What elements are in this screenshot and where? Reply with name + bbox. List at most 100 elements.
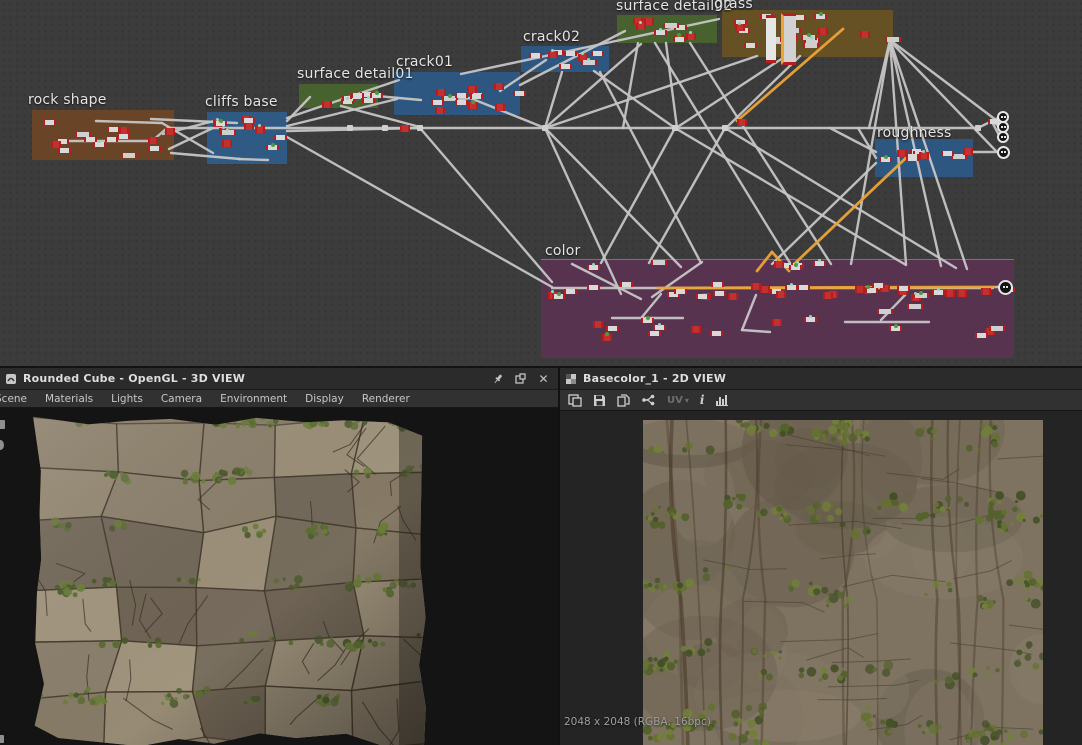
menu-lights[interactable]: Lights (102, 393, 152, 405)
graph-node[interactable] (941, 151, 954, 156)
graph-node[interactable] (107, 127, 120, 132)
duplicate-view-icon[interactable] (568, 393, 582, 407)
graph-node[interactable] (274, 135, 287, 140)
graph-node[interactable] (495, 104, 505, 111)
uv-toggle[interactable]: UV ▾ (667, 395, 689, 406)
histogram-icon[interactable] (715, 394, 729, 406)
graph-node[interactable] (710, 331, 723, 336)
graph-node-large[interactable] (781, 13, 796, 65)
graph-node[interactable] (431, 100, 444, 105)
graph-node[interactable] (872, 283, 885, 288)
2d-viewport[interactable]: 2048 x 2048 (RGBA, 16bpc) (560, 411, 1082, 745)
graph-node[interactable] (606, 326, 619, 331)
graph-node[interactable] (593, 321, 603, 328)
graph-output-node[interactable] (997, 279, 1013, 295)
graph-node[interactable] (906, 154, 919, 159)
graph-node[interactable] (255, 126, 265, 133)
graph-node[interactable] (648, 331, 661, 336)
graph-node[interactable] (919, 152, 929, 159)
node-graph-canvas[interactable]: rock shape cliffs base surface detail01 cra… (0, 0, 1082, 366)
graph-node[interactable] (735, 24, 745, 31)
graph-node[interactable] (897, 286, 910, 291)
graph-node[interactable] (728, 293, 738, 300)
wire-connector[interactable] (722, 125, 728, 131)
graph-node[interactable] (797, 285, 810, 290)
graph-node[interactable] (587, 285, 600, 290)
3d-viewport[interactable] (0, 408, 558, 745)
graph-node[interactable] (117, 134, 130, 139)
menu-scene[interactable]: Scene (0, 393, 36, 405)
graph-node[interactable] (84, 137, 97, 142)
graph-node[interactable] (673, 37, 686, 42)
menu-display[interactable]: Display (296, 393, 353, 405)
graph-node[interactable] (242, 118, 255, 123)
graph-node[interactable] (885, 37, 901, 42)
graph-node[interactable] (713, 291, 726, 296)
wire-connector[interactable] (382, 125, 388, 131)
wire-connector[interactable] (672, 125, 678, 131)
graph-node[interactable] (435, 107, 445, 114)
graph-node[interactable] (877, 309, 893, 314)
graph-node[interactable] (823, 292, 833, 299)
graph-node[interactable] (148, 146, 161, 151)
viewport-side-icon[interactable] (0, 440, 4, 450)
graph-link-icon[interactable] (641, 394, 656, 406)
graph-node[interactable] (529, 53, 542, 58)
graph-output-node[interactable] (997, 131, 1009, 143)
graph-node[interactable] (686, 33, 696, 40)
graph-node[interactable] (494, 83, 504, 90)
graph-node[interactable] (651, 260, 667, 265)
3d-view-titlebar[interactable]: Rounded Cube - OpenGL - 3D VIEW ✕ (0, 368, 558, 390)
graph-node[interactable] (711, 282, 724, 287)
graph-node[interactable] (803, 43, 819, 48)
graph-node[interactable] (860, 31, 870, 38)
graph-node[interactable] (663, 23, 679, 28)
info-icon[interactable]: i (700, 393, 705, 407)
graph-node[interactable] (691, 326, 701, 333)
graph-node[interactable] (696, 294, 709, 299)
viewport-side-icon[interactable] (0, 735, 4, 743)
viewport-side-icon[interactable] (0, 420, 5, 429)
graph-node[interactable] (322, 101, 332, 108)
graph-node[interactable] (470, 94, 483, 99)
graph-node[interactable] (121, 153, 137, 158)
graph-node[interactable] (548, 51, 558, 58)
graph-node[interactable] (513, 91, 526, 96)
close-icon[interactable]: ✕ (537, 372, 550, 386)
graph-node[interactable] (636, 23, 646, 30)
graph-node[interactable] (945, 290, 955, 297)
graph-node[interactable] (907, 304, 923, 309)
graph-node[interactable] (58, 148, 71, 153)
wire-connector[interactable] (975, 125, 981, 131)
graph-node[interactable] (620, 282, 633, 287)
graph-node[interactable] (222, 140, 232, 147)
2d-view-titlebar[interactable]: Basecolor_1 - 2D VIEW (560, 368, 1082, 390)
graph-node[interactable] (455, 93, 468, 98)
graph-node[interactable] (818, 28, 828, 35)
menu-camera[interactable]: Camera (152, 393, 211, 405)
graph-node[interactable] (776, 291, 786, 298)
graph-node[interactable] (737, 119, 747, 126)
graph-node[interactable] (455, 100, 468, 105)
menu-materials[interactable]: Materials (36, 393, 102, 405)
graph-node[interactable] (559, 64, 572, 69)
graph-node[interactable] (119, 127, 129, 134)
graph-node[interactable] (400, 125, 410, 132)
graph-node[interactable] (774, 261, 784, 268)
graph-node[interactable] (351, 93, 364, 98)
graph-node[interactable] (957, 290, 967, 297)
graph-node[interactable] (772, 319, 782, 326)
graph-node[interactable] (591, 51, 604, 56)
wire-connector[interactable] (417, 125, 423, 131)
graph-node[interactable] (467, 86, 477, 93)
restore-window-icon[interactable] (514, 372, 527, 385)
graph-node[interactable] (975, 333, 988, 338)
graph-node[interactable] (148, 137, 158, 144)
copy-icon[interactable] (617, 393, 630, 407)
wire-connector[interactable] (347, 125, 353, 131)
graph-node-large[interactable] (766, 15, 776, 63)
menu-environment[interactable]: Environment (211, 393, 296, 405)
pin-icon[interactable] (491, 372, 504, 385)
graph-node[interactable] (674, 289, 687, 294)
graph-node[interactable] (244, 123, 254, 130)
